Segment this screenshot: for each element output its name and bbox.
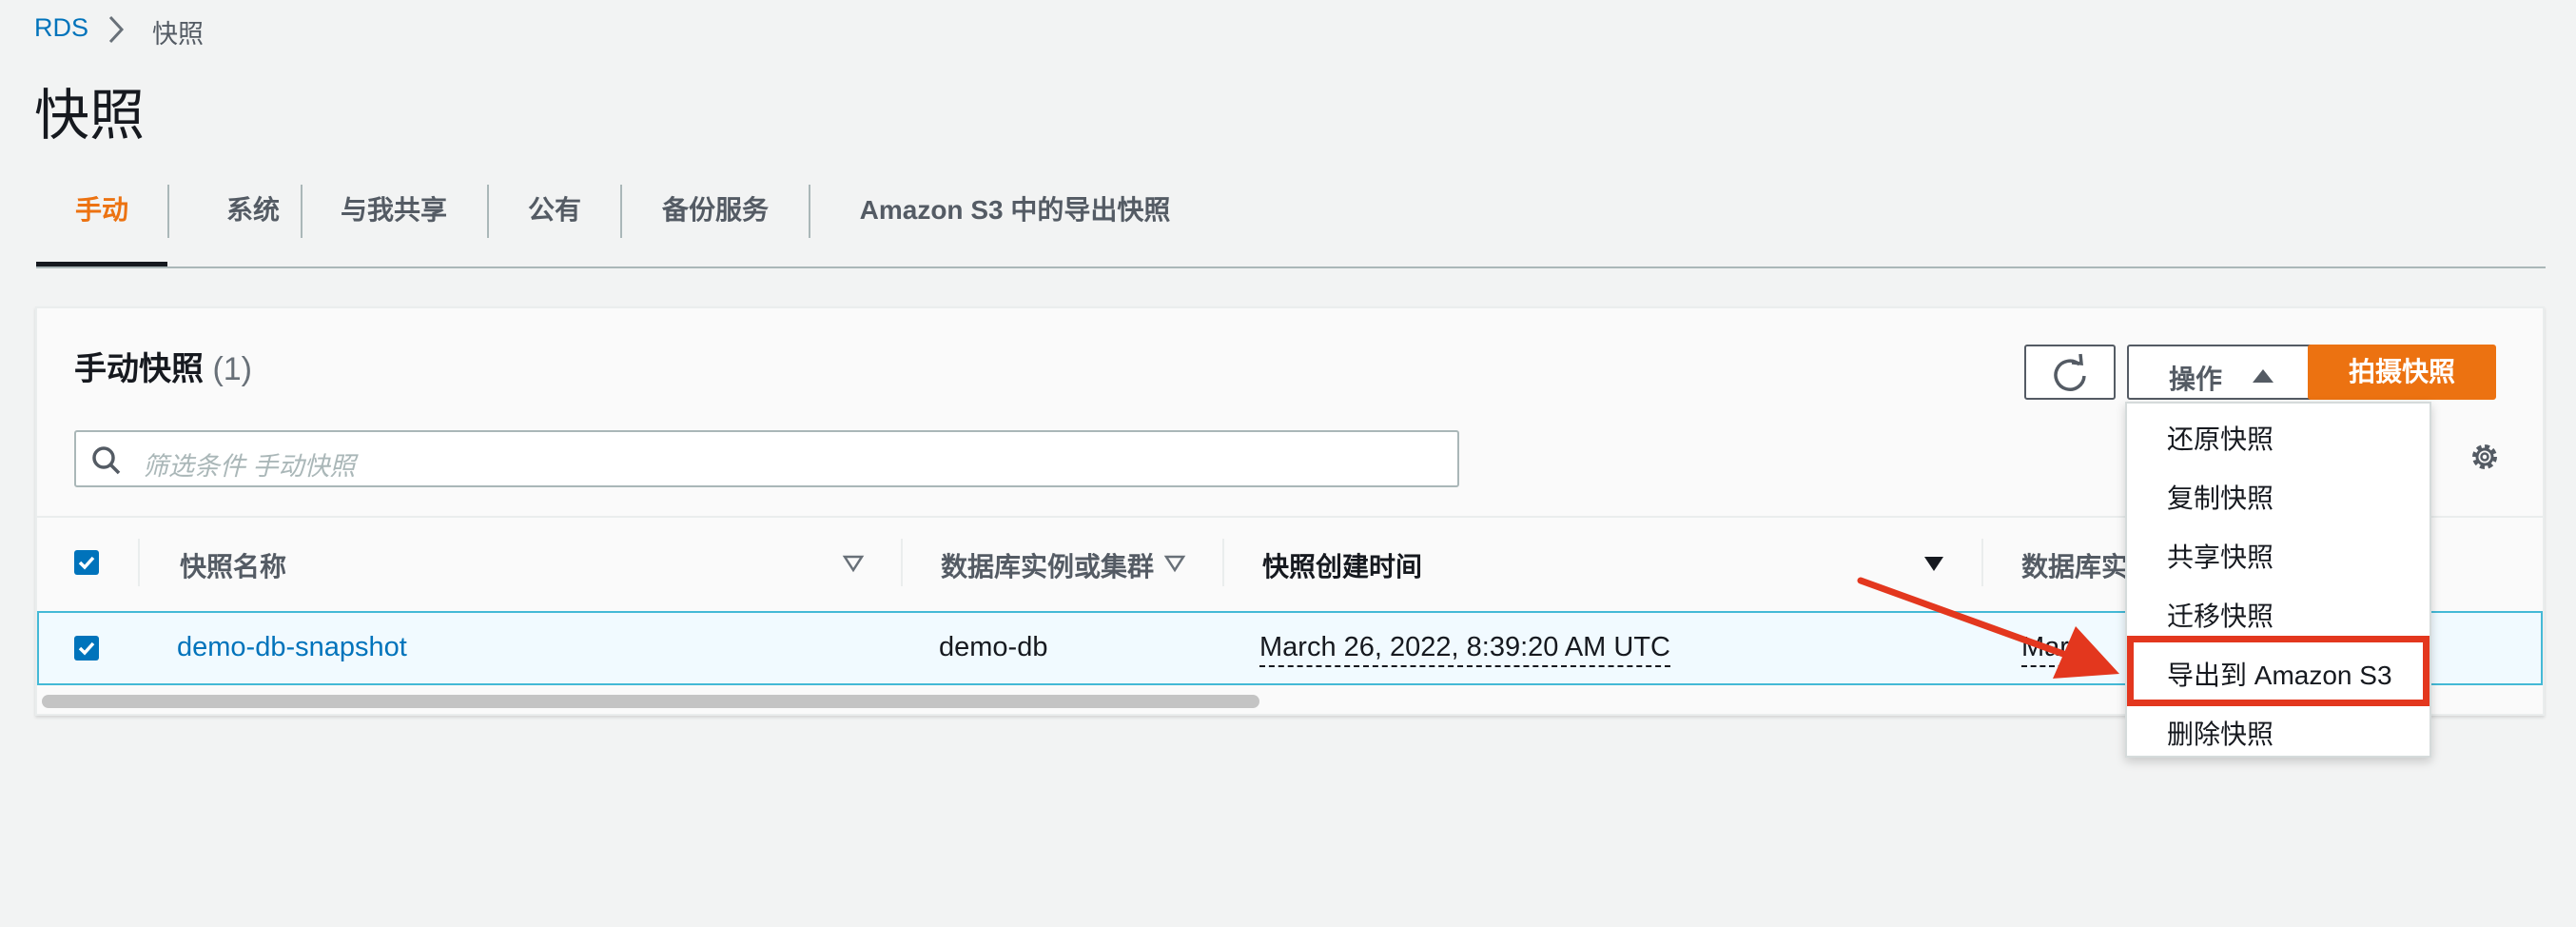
annotation-arrow-icon <box>1857 577 2119 679</box>
panel-title: 手动快照 (1) <box>74 343 252 389</box>
select-all-checkbox[interactable] <box>74 550 99 575</box>
breadcrumb-rds-link[interactable]: RDS <box>34 13 88 43</box>
panel-title-text: 手动快照 <box>74 351 204 387</box>
checkmark-icon <box>78 556 95 570</box>
menu-item-share-snapshot[interactable]: 共享快照 <box>2167 537 2274 575</box>
sort-icon[interactable] <box>842 554 865 573</box>
breadcrumb-current: 快照 <box>152 20 204 49</box>
horizontal-scrollbar[interactable] <box>42 695 1259 708</box>
gear-icon[interactable] <box>2468 440 2502 474</box>
column-header-created-time[interactable]: 快照创建时间 <box>1262 546 1422 584</box>
tab-bar: 手动 系统 与我共享 公有 备份服务 Amazon S3 中的导出快照 <box>36 177 2546 268</box>
row-checkbox[interactable] <box>74 636 99 661</box>
snapshot-name-link[interactable]: demo-db-snapshot <box>177 632 407 663</box>
page-title: 快照 <box>34 85 146 147</box>
column-header-db-instance[interactable]: 数据库实例或集群 <box>941 546 1154 584</box>
caret-up-icon <box>2253 369 2274 383</box>
tab-shared-with-me[interactable]: 与我共享 <box>302 177 485 266</box>
take-snapshot-button[interactable]: 拍摄快照 <box>2308 345 2496 400</box>
column-header-snapshot-name[interactable]: 快照名称 <box>180 546 286 584</box>
menu-item-migrate-snapshot[interactable]: 迁移快照 <box>2167 596 2274 634</box>
created-time-cell: March 26, 2022, 8:39:20 AM UTC <box>1259 632 1670 667</box>
tab-s3-exports[interactable]: Amazon S3 中的导出快照 <box>810 177 1220 266</box>
column-divider <box>138 539 140 586</box>
search-input[interactable]: 筛选条件 手动快照 <box>74 430 1459 487</box>
tab-backup-service[interactable]: 备份服务 <box>622 177 809 266</box>
menu-item-restore-snapshot[interactable]: 还原快照 <box>2167 419 2274 457</box>
search-icon <box>92 446 121 475</box>
sort-icon[interactable] <box>1163 554 1186 573</box>
refresh-button[interactable] <box>2024 345 2116 400</box>
snapshot-count: (1) <box>212 351 253 387</box>
menu-item-copy-snapshot[interactable]: 复制快照 <box>2167 478 2274 516</box>
refresh-icon <box>2054 353 2086 391</box>
column-divider <box>1222 539 1224 586</box>
db-instance-cell: demo-db <box>939 632 1048 662</box>
chevron-right-icon <box>108 15 125 44</box>
tab-public[interactable]: 公有 <box>489 177 620 266</box>
tab-manual[interactable]: 手动 <box>36 177 167 266</box>
search-placeholder: 筛选条件 手动快照 <box>143 452 356 481</box>
actions-button-label: 操作 <box>2169 365 2223 394</box>
checkmark-icon <box>78 641 95 656</box>
annotation-highlight-box <box>2127 636 2430 706</box>
column-divider <box>901 539 903 586</box>
menu-item-delete-snapshot[interactable]: 删除快照 <box>2167 714 2274 752</box>
